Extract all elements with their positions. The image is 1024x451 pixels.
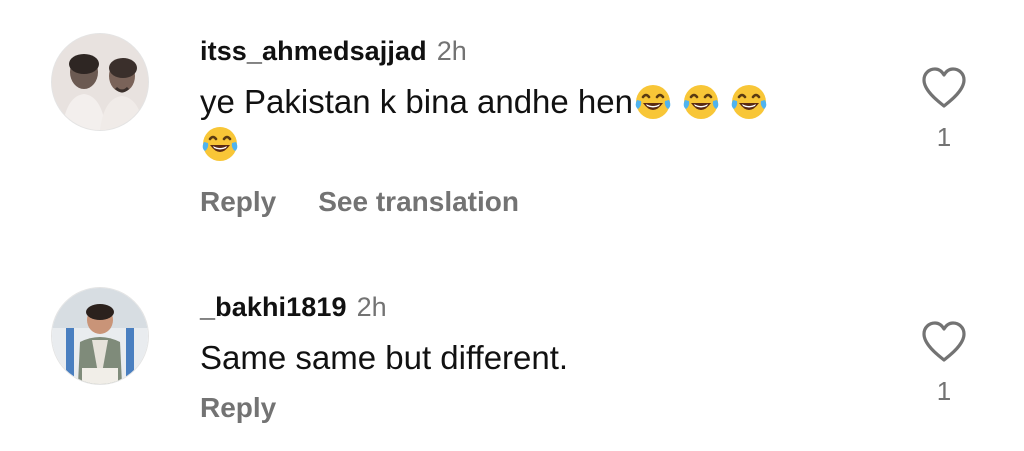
reply-button[interactable]: Reply — [200, 188, 276, 216]
username[interactable]: itss_ahmedsajjad — [200, 36, 427, 66]
comment-item: _bakhi1819 2h Same same but different. Re… — [0, 270, 1024, 451]
face-with-tears-of-joy-icon — [202, 127, 238, 161]
like-button[interactable] — [918, 66, 970, 110]
heart-outline-icon — [922, 321, 966, 362]
comment-actions: Reply See translation — [200, 188, 519, 216]
emoji-group — [633, 82, 769, 122]
timestamp: 2h — [356, 292, 387, 322]
avatar-image — [52, 34, 148, 130]
avatar[interactable] — [52, 34, 148, 130]
heart-outline-icon — [922, 67, 966, 108]
like-count: 1 — [936, 376, 952, 406]
emoji-line — [200, 124, 769, 177]
timestamp: 2h — [436, 36, 467, 66]
comment-header: itss_ahmedsajjad 2h — [200, 38, 467, 65]
reply-button[interactable]: Reply — [200, 394, 276, 422]
like-button[interactable] — [918, 320, 970, 364]
like-column: 1 — [918, 320, 970, 404]
avatar[interactable] — [52, 288, 148, 384]
comment-item: itss_ahmedsajjad 2h ye Pakistan k bina an… — [0, 0, 1024, 250]
face-with-tears-of-joy-icon — [683, 85, 719, 119]
comment-body: Same same but different. — [200, 339, 569, 376]
avatar-image — [52, 288, 148, 384]
comment-actions: Reply — [200, 394, 276, 422]
comment-text: ye Pakistan k bina andhe hen — [200, 78, 769, 177]
like-column: 1 — [918, 66, 970, 150]
comment-body: ye Pakistan k bina andhe hen — [200, 83, 633, 120]
face-with-tears-of-joy-icon — [635, 85, 671, 119]
comment-text: Same same but different. — [200, 334, 568, 382]
face-with-tears-of-joy-icon — [731, 85, 767, 119]
username[interactable]: _bakhi1819 — [200, 292, 347, 322]
comment-header: _bakhi1819 2h — [200, 294, 387, 321]
like-count: 1 — [936, 122, 952, 152]
see-translation-button[interactable]: See translation — [318, 188, 519, 216]
